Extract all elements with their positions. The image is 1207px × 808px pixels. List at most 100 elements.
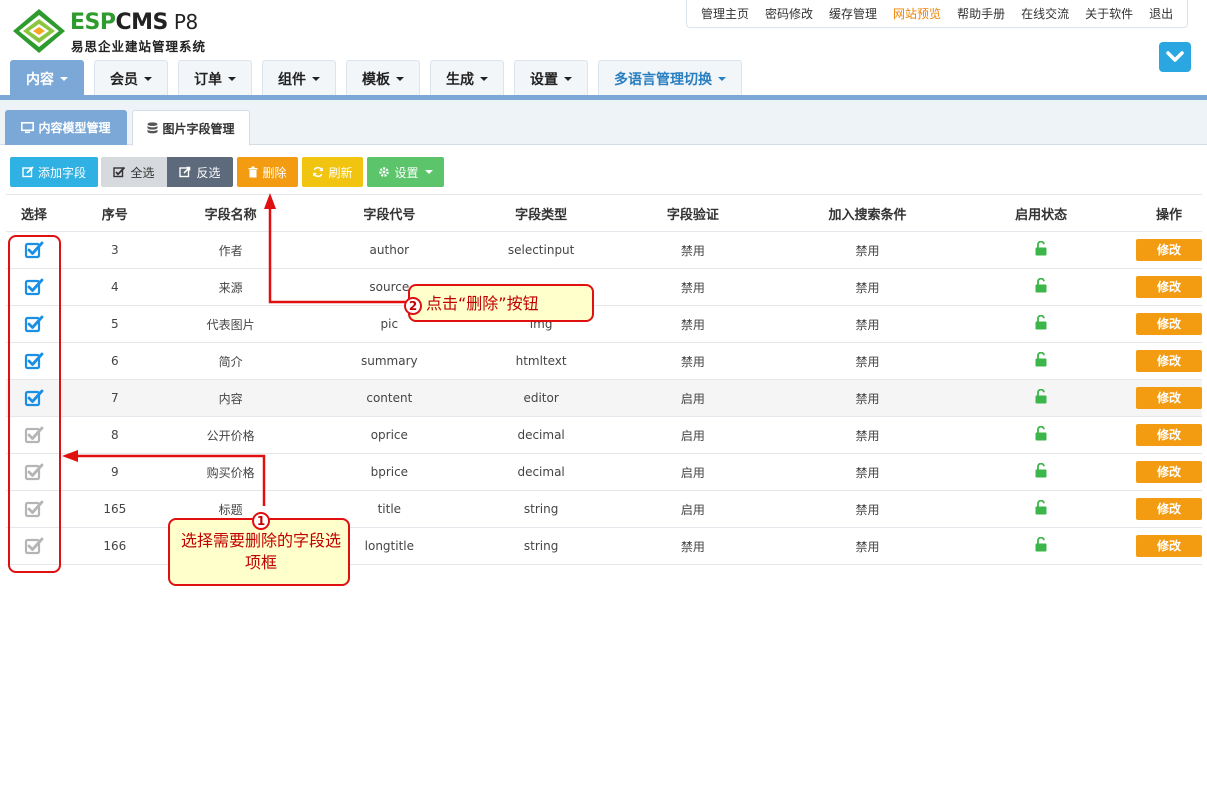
unlock-icon[interactable] <box>1035 388 1047 404</box>
row-id: 6 <box>61 342 168 380</box>
row-enabled-cell <box>946 379 1136 417</box>
top-link-home[interactable]: 管理主页 <box>693 1 757 27</box>
edit-button[interactable]: 修改 <box>1135 276 1202 298</box>
table-row: 165 标题 title string 启用 禁用 修改 <box>6 490 1202 528</box>
checked-checkbox-icon[interactable] <box>24 240 44 260</box>
edit-button[interactable]: 修改 <box>1135 350 1202 372</box>
refresh-icon <box>313 166 324 178</box>
unlock-icon[interactable] <box>1035 277 1047 293</box>
row-validate-status[interactable]: 启用 <box>597 416 789 454</box>
unlock-icon[interactable] <box>1035 240 1047 256</box>
row-validate-status[interactable]: 启用 <box>597 490 789 528</box>
row-search-status[interactable]: 禁用 <box>788 342 947 380</box>
row-search-status[interactable]: 禁用 <box>788 268 947 306</box>
add-field-button[interactable]: 添加字段 <box>10 157 98 187</box>
top-link-chat[interactable]: 在线交流 <box>1013 1 1077 27</box>
col-id: 序号 <box>61 194 168 232</box>
row-validate-status[interactable]: 禁用 <box>597 342 789 380</box>
row-code: author <box>293 231 486 269</box>
subtab-image-field[interactable]: 图片字段管理 <box>132 110 250 146</box>
checked-checkbox-icon[interactable] <box>24 277 44 297</box>
edit-button[interactable]: 修改 <box>1135 239 1202 261</box>
tab-member[interactable]: 会员 <box>94 60 168 96</box>
settings-label: 设置 <box>394 165 419 180</box>
select-all-label: 全选 <box>130 165 155 180</box>
top-link-cache[interactable]: 缓存管理 <box>821 1 885 27</box>
top-link-password[interactable]: 密码修改 <box>757 1 821 27</box>
col-validate: 字段验证 <box>597 194 789 232</box>
top-link-preview[interactable]: 网站预览 <box>885 1 949 27</box>
unchecked-checkbox-icon[interactable] <box>24 462 44 482</box>
tab-member-label: 会员 <box>110 71 138 88</box>
unchecked-checkbox-icon[interactable] <box>24 425 44 445</box>
table-row: 5 代表图片 pic img 禁用 禁用 修改 <box>6 305 1202 343</box>
edit-button[interactable]: 修改 <box>1135 535 1202 557</box>
col-select: 选择 <box>6 194 62 232</box>
unlock-icon[interactable] <box>1035 536 1047 552</box>
gear-icon <box>379 167 390 177</box>
top-links: 管理主页 密码修改 缓存管理 网站预览 帮助手册 在线交流 关于软件 退出 <box>686 0 1189 28</box>
row-enabled-cell <box>946 453 1136 491</box>
tab-generate[interactable]: 生成 <box>430 60 504 96</box>
row-search-status[interactable]: 禁用 <box>788 490 947 528</box>
row-code: source <box>293 268 486 306</box>
row-search-status[interactable]: 禁用 <box>788 453 947 491</box>
logo[interactable]: ESPCMS P8 易思企业建站管理系统 <box>12 6 242 56</box>
row-search-status[interactable]: 禁用 <box>788 231 947 269</box>
col-type: 字段类型 <box>485 194 598 232</box>
checked-checkbox-icon[interactable] <box>24 351 44 371</box>
unlock-icon[interactable] <box>1035 314 1047 330</box>
tab-settings[interactable]: 设置 <box>514 60 588 96</box>
row-checkbox-cell <box>6 305 62 343</box>
row-validate-status[interactable]: 禁用 <box>597 305 789 343</box>
row-type <box>485 268 598 306</box>
unlock-icon[interactable] <box>1035 425 1047 441</box>
top-link-about[interactable]: 关于软件 <box>1077 1 1141 27</box>
tab-template[interactable]: 模板 <box>346 60 420 96</box>
row-validate-status[interactable]: 禁用 <box>597 268 789 306</box>
top-link-help[interactable]: 帮助手册 <box>949 1 1013 27</box>
edit-button[interactable]: 修改 <box>1135 313 1202 335</box>
row-action-cell: 修改 <box>1135 416 1202 454</box>
unlock-icon[interactable] <box>1035 351 1047 367</box>
row-search-status[interactable]: 禁用 <box>788 527 947 565</box>
select-all-button[interactable]: 全选 <box>101 157 167 187</box>
tab-content[interactable]: 内容 <box>10 60 84 96</box>
checked-checkbox-icon[interactable] <box>24 314 44 334</box>
row-validate-status[interactable]: 禁用 <box>597 527 789 565</box>
edit-button[interactable]: 修改 <box>1135 387 1202 409</box>
refresh-button[interactable]: 刷新 <box>302 157 363 187</box>
row-enabled-cell <box>946 342 1136 380</box>
delete-button[interactable]: 删除 <box>237 157 298 187</box>
row-validate-status[interactable]: 启用 <box>597 453 789 491</box>
row-search-status[interactable]: 禁用 <box>788 416 947 454</box>
logo-subtitle: 易思企业建站管理系统 <box>71 39 207 54</box>
tab-order[interactable]: 订单 <box>178 60 252 96</box>
row-action-cell: 修改 <box>1135 527 1202 565</box>
row-checkbox-cell <box>6 342 62 380</box>
unchecked-checkbox-icon[interactable] <box>24 536 44 556</box>
caret-down-icon <box>60 76 68 81</box>
unlock-icon[interactable] <box>1035 499 1047 515</box>
row-action-cell: 修改 <box>1135 490 1202 528</box>
subtab-content-model[interactable]: 内容模型管理 <box>5 110 127 145</box>
row-search-status[interactable]: 禁用 <box>788 305 947 343</box>
row-id: 9 <box>61 453 168 491</box>
tab-language[interactable]: 多语言管理切换 <box>598 60 742 96</box>
unlock-icon[interactable] <box>1035 462 1047 478</box>
tab-component[interactable]: 组件 <box>262 60 336 96</box>
edit-button[interactable]: 修改 <box>1135 498 1202 520</box>
settings-dropdown-button[interactable]: 设置 <box>367 157 444 187</box>
row-enabled-cell <box>946 490 1136 528</box>
row-validate-status[interactable]: 禁用 <box>597 231 789 269</box>
edit-button[interactable]: 修改 <box>1135 461 1202 483</box>
checked-checkbox-icon[interactable] <box>24 388 44 408</box>
unchecked-checkbox-icon[interactable] <box>24 499 44 519</box>
top-link-logout[interactable]: 退出 <box>1141 1 1181 27</box>
row-search-status[interactable]: 禁用 <box>788 379 947 417</box>
invert-selection-button[interactable]: 反选 <box>167 157 233 187</box>
row-enabled-cell <box>946 231 1136 269</box>
trash-icon <box>248 166 258 178</box>
edit-button[interactable]: 修改 <box>1135 424 1202 446</box>
row-validate-status[interactable]: 启用 <box>597 379 789 417</box>
